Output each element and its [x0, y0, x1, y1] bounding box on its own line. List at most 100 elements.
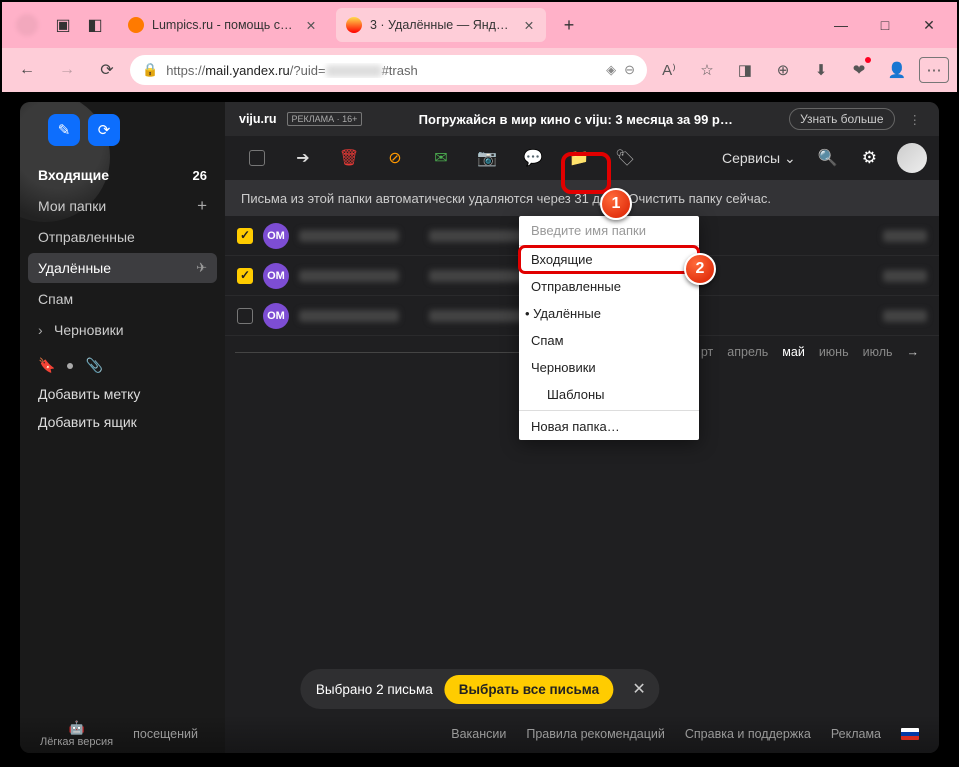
forward-button[interactable]: → — [50, 55, 84, 85]
favicon-icon — [128, 17, 144, 33]
dd-new-folder[interactable]: Новая папка… — [519, 413, 699, 440]
avatar[interactable] — [897, 143, 927, 173]
delete-icon[interactable]: 🗑 — [329, 141, 369, 175]
settings-icon[interactable]: ⚙ — [854, 148, 885, 168]
services-dropdown[interactable]: Сервисы ⌄ — [716, 150, 802, 167]
flag-ru-icon[interactable] — [901, 728, 919, 740]
close-icon[interactable]: ✕ — [304, 18, 318, 33]
compose-button[interactable]: ✎ — [48, 114, 80, 146]
sender-avatar: ОМ — [263, 303, 289, 329]
url-text: https://mail.yandex.ru/?uid=#trash — [166, 63, 598, 78]
tab-label: 3 · Удалённые — Яндекс Почта — [370, 18, 514, 32]
move-folder-dropdown: Введите имя папки Входящие Отправленные … — [519, 216, 699, 440]
close-window-button[interactable]: ✕ — [907, 5, 951, 45]
minimize-button[interactable]: — — [819, 5, 863, 45]
select-all-checkbox[interactable] — [237, 141, 277, 175]
dd-inbox[interactable]: Входящие — [519, 246, 699, 273]
pin-icon[interactable]: 📷 — [467, 141, 507, 175]
lite-version-link[interactable]: 🤖 Лёгкая версия — [40, 720, 113, 748]
spam-icon[interactable]: ⊘ — [375, 141, 415, 175]
annotation-highlight-1 — [561, 152, 611, 194]
window-titlebar: ▣ ◧ Lumpics.ru - помощь с компьют ✕ 3 · … — [2, 2, 957, 48]
ad-menu-icon[interactable]: ⋮ — [905, 112, 926, 127]
window-controls: — □ ✕ — [819, 5, 951, 45]
new-tab-button[interactable]: + — [554, 10, 584, 40]
close-toast-button[interactable]: ✕ — [625, 679, 653, 699]
folder-spam[interactable]: Спам — [28, 284, 217, 314]
extension-icon[interactable]: ❤ — [843, 55, 875, 85]
maximize-button[interactable]: □ — [863, 5, 907, 45]
sender-avatar: ОМ — [263, 263, 289, 289]
footer-jobs[interactable]: Вакансии — [451, 727, 506, 741]
forward-icon[interactable]: ➔ — [283, 141, 323, 175]
chevron-down-icon: ⌄ — [784, 150, 796, 167]
back-button[interactable]: ← — [10, 55, 44, 85]
add-mailbox-link[interactable]: Добавить ящик — [28, 408, 217, 436]
arrow-right-icon[interactable]: → — [907, 345, 920, 359]
footer: 🤖 Лёгкая версия посещений Вакансии Прави… — [20, 715, 939, 753]
selection-toast: Выбрано 2 письма Выбрать все письма ✕ — [300, 669, 659, 709]
dd-drafts[interactable]: Черновики — [519, 354, 699, 381]
collections-icon[interactable]: ⊕ — [767, 55, 799, 85]
label-icon[interactable]: 🏷 — [605, 141, 645, 175]
read-icon[interactable]: ✉ — [421, 141, 461, 175]
split-icon[interactable]: ◨ — [729, 55, 761, 85]
plus-icon[interactable]: + — [197, 196, 207, 216]
annotation-callout-2: 2 — [684, 253, 716, 285]
folder-drafts[interactable]: › Черновики — [28, 315, 217, 345]
message-time — [883, 230, 927, 242]
tracking-icon[interactable]: ◈ — [606, 62, 616, 78]
remind-icon[interactable]: 💬 — [513, 141, 553, 175]
favicon-icon — [346, 17, 362, 33]
footer-rules[interactable]: Правила рекомендаций — [526, 727, 665, 741]
more-menu-button[interactable]: ⋯ — [919, 57, 949, 83]
selection-count: Выбрано 2 письма — [316, 682, 433, 697]
folder-search-input[interactable]: Введите имя папки — [519, 216, 699, 246]
profile-icon[interactable] — [16, 14, 38, 36]
chevron-right-icon: › — [38, 322, 52, 338]
sender-name — [299, 270, 399, 282]
refresh-button[interactable]: ⟳ — [88, 114, 120, 146]
attachment-icon[interactable]: 📎 — [85, 357, 102, 374]
reload-button[interactable]: ⟳ — [90, 55, 124, 85]
tab-lumpics[interactable]: Lumpics.ru - помощь с компьют ✕ — [118, 8, 328, 42]
bookmark-icon[interactable]: 🔖 — [38, 357, 55, 374]
folder-inbox[interactable]: Входящие 26 — [28, 160, 217, 190]
url-input[interactable]: 🔒 https://mail.yandex.ru/?uid=#trash ◈ ⊖ — [130, 55, 647, 85]
footer-visits: посещений — [133, 727, 198, 741]
footer-help[interactable]: Справка и поддержка — [685, 727, 811, 741]
folder-trash[interactable]: Удалённые ✈ — [28, 253, 217, 283]
folder-sent[interactable]: Отправленные — [28, 222, 217, 252]
zoom-icon[interactable]: ⊖ — [624, 62, 635, 78]
favorite-icon[interactable]: ☆ — [691, 55, 723, 85]
search-icon[interactable]: 🔍 — [808, 141, 848, 175]
row-checkbox[interactable] — [237, 228, 253, 244]
folder-myfolders[interactable]: Мои папки + — [28, 191, 217, 221]
footer-ads[interactable]: Реклама — [831, 727, 881, 741]
annotation-callout-1: 1 — [600, 188, 632, 220]
sender-name — [299, 230, 399, 242]
add-label-link[interactable]: Добавить метку — [28, 380, 217, 408]
read-aloud-icon[interactable]: A⁾ — [653, 55, 685, 85]
dd-trash[interactable]: • Удалённые — [519, 300, 699, 327]
profile-icon[interactable]: 👤 — [881, 55, 913, 85]
select-all-button[interactable]: Выбрать все письма — [445, 675, 613, 704]
tab-yandex-mail[interactable]: 3 · Удалённые — Яндекс Почта ✕ — [336, 8, 546, 42]
dd-templates[interactable]: Шаблоны — [519, 381, 699, 408]
tabs-icon[interactable]: ◧ — [80, 10, 110, 40]
dot-icon[interactable] — [67, 363, 73, 369]
row-checkbox[interactable] — [237, 268, 253, 284]
workspaces-icon[interactable]: ▣ — [48, 10, 78, 40]
sender-name — [299, 310, 399, 322]
clear-icon[interactable]: ✈ — [196, 260, 207, 276]
ad-banner[interactable]: viju.ru РЕКЛАМА · 16+ Погружайся в мир к… — [225, 102, 939, 136]
dd-sent[interactable]: Отправленные — [519, 273, 699, 300]
tab-label: Lumpics.ru - помощь с компьют — [152, 18, 296, 32]
row-checkbox[interactable] — [237, 308, 253, 324]
dd-spam[interactable]: Спам — [519, 327, 699, 354]
downloads-icon[interactable]: ⬇ — [805, 55, 837, 85]
ad-more-button[interactable]: Узнать больше — [789, 108, 894, 130]
close-icon[interactable]: ✕ — [522, 18, 536, 33]
lock-icon: 🔒 — [142, 62, 158, 78]
sidebar: ✎ ⟳ Входящие 26 Мои папки + Отправленные… — [20, 102, 225, 753]
